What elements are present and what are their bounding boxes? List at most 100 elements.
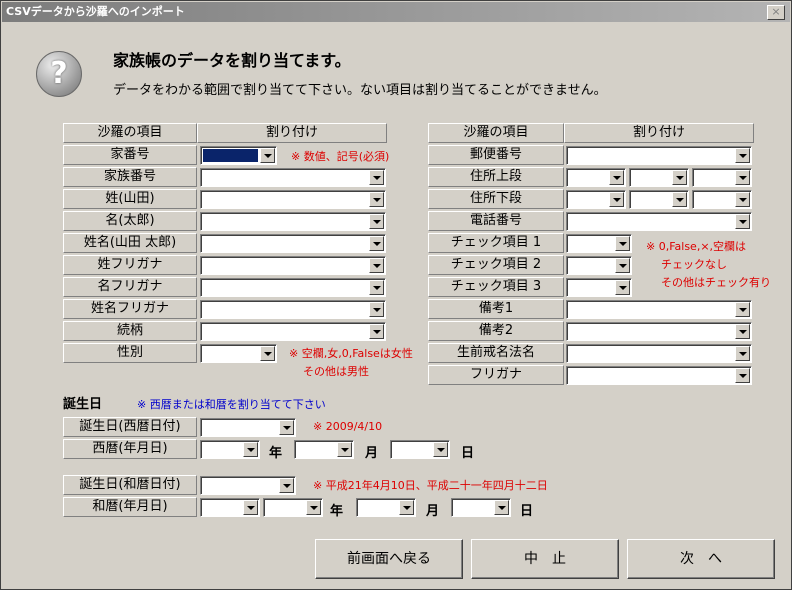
chevron-down-icon[interactable] — [279, 420, 294, 435]
chevron-down-icon[interactable] — [369, 236, 384, 251]
combo-japanese-era[interactable] — [200, 498, 260, 517]
chevron-down-icon[interactable] — [735, 148, 750, 163]
chevron-down-icon[interactable] — [615, 280, 630, 295]
note-gender-2: その他は男性 — [303, 365, 369, 378]
chevron-down-icon[interactable] — [735, 302, 750, 317]
note-check-3: その他はチェック有り — [661, 276, 771, 289]
chevron-down-icon[interactable] — [735, 324, 750, 339]
chevron-down-icon[interactable] — [615, 236, 630, 251]
combo-western-day[interactable] — [390, 440, 450, 459]
chevron-down-icon[interactable] — [735, 170, 750, 185]
chevron-down-icon[interactable] — [306, 500, 321, 515]
year-unit: 年 — [269, 446, 283, 461]
combo-posthumous-name[interactable] — [566, 344, 752, 363]
birthday-section-title: 誕生日 — [63, 397, 103, 412]
page-title: 家族帳のデータを割り当てます。 — [113, 51, 351, 70]
combo-full-kana[interactable] — [200, 300, 386, 319]
label-furigana: フリガナ — [428, 365, 564, 385]
combo-japanese-month[interactable] — [356, 498, 416, 517]
chevron-down-icon[interactable] — [399, 500, 414, 515]
label-phone: 電話番号 — [428, 211, 564, 231]
combo-address-upper-1[interactable] — [566, 168, 626, 187]
combo-remarks-1[interactable] — [566, 300, 752, 319]
label-family-no: 家族番号 — [63, 167, 197, 187]
label-house-no: 家番号 — [63, 145, 197, 165]
label-address-lower: 住所下段 — [428, 189, 564, 209]
combo-western-month[interactable] — [294, 440, 354, 459]
chevron-down-icon[interactable] — [735, 368, 750, 383]
page-subtitle: データをわかる範囲で割り当てて下さい。ない項目は割り当てることができません。 — [113, 83, 607, 98]
close-button[interactable]: × — [767, 5, 785, 20]
combo-house-no[interactable] — [200, 146, 277, 165]
chevron-down-icon[interactable] — [735, 192, 750, 207]
left-assign-header: 割り付け — [197, 123, 387, 143]
chevron-down-icon[interactable] — [260, 148, 275, 163]
combo-family-no[interactable] — [200, 168, 386, 187]
label-gender: 性別 — [63, 343, 197, 363]
combo-relation[interactable] — [200, 322, 386, 341]
combo-postal-code[interactable] — [566, 146, 752, 165]
chevron-down-icon[interactable] — [735, 346, 750, 361]
chevron-down-icon[interactable] — [609, 170, 624, 185]
year-unit: 年 — [330, 504, 344, 519]
chevron-down-icon[interactable] — [735, 214, 750, 229]
back-button[interactable]: 前画面へ戻る — [315, 539, 463, 579]
chevron-down-icon[interactable] — [672, 192, 687, 207]
chevron-down-icon[interactable] — [279, 478, 294, 493]
day-unit: 日 — [520, 504, 534, 519]
combo-remarks-2[interactable] — [566, 322, 752, 341]
combo-surname[interactable] — [200, 190, 386, 209]
combo-phone[interactable] — [566, 212, 752, 231]
chevron-down-icon[interactable] — [369, 280, 384, 295]
chevron-down-icon[interactable] — [243, 442, 258, 457]
right-assign-header: 割り付け — [564, 123, 754, 143]
combo-gender[interactable] — [200, 344, 277, 363]
chevron-down-icon[interactable] — [609, 192, 624, 207]
combo-western-date[interactable] — [200, 418, 296, 437]
chevron-down-icon[interactable] — [369, 302, 384, 317]
combo-check-2[interactable] — [566, 256, 632, 275]
label-check-2: チェック項目 2 — [428, 255, 564, 275]
chevron-down-icon[interactable] — [369, 214, 384, 229]
label-japanese-date: 誕生日(和暦日付) — [63, 475, 197, 495]
chevron-down-icon[interactable] — [369, 192, 384, 207]
chevron-down-icon[interactable] — [494, 500, 509, 515]
next-button[interactable]: 次 へ — [627, 539, 775, 579]
combo-address-lower-2[interactable] — [629, 190, 689, 209]
combo-surname-kana[interactable] — [200, 256, 386, 275]
chevron-down-icon[interactable] — [369, 258, 384, 273]
chevron-down-icon[interactable] — [260, 346, 275, 361]
chevron-down-icon[interactable] — [337, 442, 352, 457]
label-western-ymd: 西暦(年月日) — [63, 439, 197, 459]
combo-check-3[interactable] — [566, 278, 632, 297]
chevron-down-icon[interactable] — [433, 442, 448, 457]
combo-full-name[interactable] — [200, 234, 386, 253]
chevron-down-icon[interactable] — [369, 324, 384, 339]
month-unit: 月 — [365, 446, 379, 461]
title-bar: CSVデータから沙羅へのインポート — [2, 2, 790, 22]
combo-address-lower-1[interactable] — [566, 190, 626, 209]
chevron-down-icon[interactable] — [615, 258, 630, 273]
combo-address-upper-3[interactable] — [692, 168, 752, 187]
combo-japanese-year[interactable] — [263, 498, 323, 517]
cancel-button[interactable]: 中 止 — [471, 539, 619, 579]
combo-western-year[interactable] — [200, 440, 260, 459]
combo-japanese-date[interactable] — [200, 476, 296, 495]
combo-japanese-day[interactable] — [451, 498, 511, 517]
combo-given-name[interactable] — [200, 212, 386, 231]
month-unit: 月 — [426, 504, 440, 519]
chevron-down-icon[interactable] — [369, 170, 384, 185]
birthday-hint: ※ 西暦または和暦を割り当てて下さい — [137, 398, 326, 411]
chevron-down-icon[interactable] — [243, 500, 258, 515]
label-full-kana: 姓名フリガナ — [63, 299, 197, 319]
window-title: CSVデータから沙羅へのインポート — [6, 5, 185, 18]
combo-address-lower-3[interactable] — [692, 190, 752, 209]
combo-given-kana[interactable] — [200, 278, 386, 297]
chevron-down-icon[interactable] — [672, 170, 687, 185]
combo-check-1[interactable] — [566, 234, 632, 253]
combo-address-upper-2[interactable] — [629, 168, 689, 187]
label-posthumous-name: 生前戒名法名 — [428, 343, 564, 363]
combo-furigana[interactable] — [566, 366, 752, 385]
note-gender-1: ※ 空欄,女,0,Falseは女性 — [289, 347, 413, 360]
note-check-2: チェックなし — [661, 258, 727, 271]
